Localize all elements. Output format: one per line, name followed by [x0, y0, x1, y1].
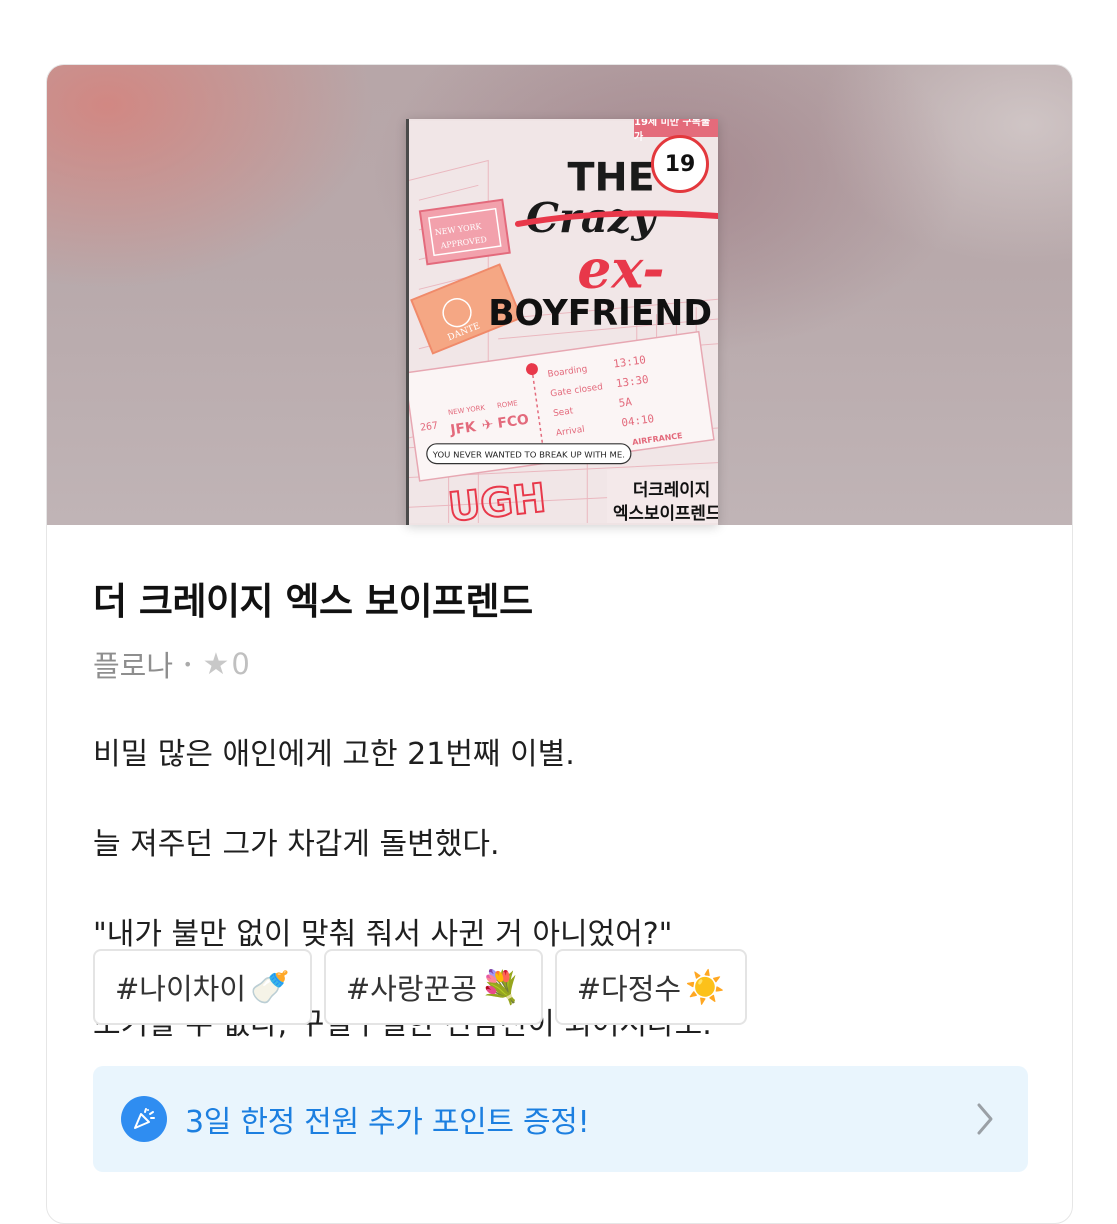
tag-list: #나이차이 🍼 #사랑꾼공 💐 #다정수 ☀️ [93, 949, 747, 1025]
promo-banner[interactable]: 3일 한정 전원 추가 포인트 증정! [93, 1066, 1028, 1172]
age-rating-badge: 19 [651, 135, 709, 193]
ticket-seat: 5A [618, 395, 633, 410]
cover-tagline: YOU NEVER WANTED TO BREAK UP WITH ME. [432, 451, 625, 460]
cover-korean-title-1: 더크레이지 [633, 479, 710, 499]
star-icon: ★ [202, 646, 230, 682]
sun-icon: ☀️ [685, 968, 725, 1006]
party-popper-icon [121, 1096, 167, 1142]
separator-dot: • [183, 654, 193, 674]
cover-korean-title-2: 엑스보이프렌드 [613, 503, 718, 523]
bouquet-icon: 💐 [480, 968, 521, 1006]
tag-chip[interactable]: #사랑꾼공 💐 [323, 949, 543, 1025]
tag-label: #사랑꾼공 [345, 972, 477, 1006]
author-name[interactable]: 플로나 [93, 643, 173, 685]
description-line: 늘 져주던 그가 차갑게 돌변했다. [93, 827, 500, 862]
book-cover[interactable]: NEW YORK APPROVED DANTE THE Crazy ex- BO… [406, 119, 718, 525]
chevron-right-icon [977, 1103, 993, 1135]
baby-bottle-icon: 🍼 [250, 968, 290, 1006]
cover-hero: NEW YORK APPROVED DANTE THE Crazy ex- BO… [47, 65, 1072, 525]
cover-title-boyfriend: BOYFRIEND [488, 293, 712, 334]
tag-chip[interactable]: #다정수 ☀️ [554, 949, 747, 1025]
tag-label: #다정수 [576, 972, 682, 1006]
cover-title-ex: ex- [577, 237, 664, 300]
book-meta: 플로나 • ★ 0 [93, 643, 250, 685]
svg-text:✈: ✈ [481, 417, 495, 434]
rating-value: 0 [231, 647, 250, 681]
tag-chip[interactable]: #나이차이 🍼 [93, 949, 312, 1025]
promo-text: 3일 한정 전원 추가 포인트 증정! [185, 1105, 590, 1140]
tag-label: #나이차이 [115, 972, 247, 1006]
book-title: 더 크레이지 엑스 보이프렌드 [93, 580, 533, 623]
book-description: 비밀 많은 애인에게 고한 21번째 이별. 늘 져주던 그가 차갑게 돌변했다… [93, 687, 712, 1092]
description-line: 비밀 많은 애인에게 고한 21번째 이별. [93, 737, 575, 772]
book-card[interactable]: NEW YORK APPROVED DANTE THE Crazy ex- BO… [46, 64, 1073, 1224]
